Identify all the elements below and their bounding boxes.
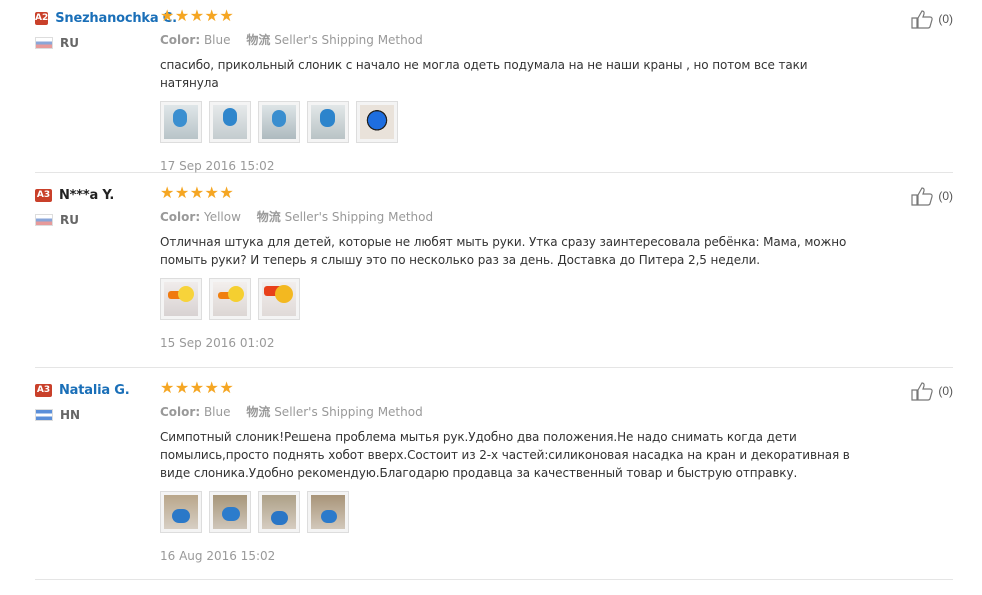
order-info: Color: Blue 物流 Seller's Shipping Method xyxy=(160,31,860,48)
shipping-label: 物流 xyxy=(246,33,271,47)
review-photo[interactable] xyxy=(160,278,202,320)
review-content: ★★★★★ Color: Blue 物流 Seller's Shipping M… xyxy=(160,381,860,563)
review-photo[interactable] xyxy=(258,278,300,320)
reviewer-info: A3 Natalia G. HN xyxy=(35,381,160,422)
thumb-up-icon xyxy=(911,187,934,206)
helpful-button[interactable]: (0) xyxy=(911,381,953,401)
star-rating: ★★★★★ xyxy=(160,380,235,397)
helpful-button[interactable]: (0) xyxy=(911,9,953,29)
honduras-flag-icon xyxy=(35,409,53,421)
review-item: A3 N***a Y. RU ★★★★★ Color: Yellow 物流 Se… xyxy=(35,186,953,368)
buyer-level-badge: A3 xyxy=(35,188,52,202)
shipping-method: Seller's Shipping Method xyxy=(274,405,423,419)
buyer-level-badge: A2 xyxy=(35,11,49,25)
reviewer-info: A3 N***a Y. RU xyxy=(35,186,160,227)
review-photo[interactable] xyxy=(209,278,251,320)
review-photo[interactable] xyxy=(258,491,300,533)
helpful-button[interactable]: (0) xyxy=(911,186,953,206)
color-value: Blue xyxy=(203,33,231,47)
review-date: 16 Aug 2016 15:02 xyxy=(160,549,276,563)
review-date: 17 Sep 2016 15:02 xyxy=(160,159,275,173)
review-content: ★★★★★ Color: Yellow 物流 Seller's Shipping… xyxy=(160,186,860,350)
reviewer-name[interactable]: Snezhanochka C. xyxy=(55,11,177,26)
color-value: Blue xyxy=(203,405,231,419)
review-photo[interactable] xyxy=(307,491,349,533)
reviewer-country: RU xyxy=(60,36,79,50)
star-rating: ★★★★★ xyxy=(160,8,235,25)
review-item: A2 Snezhanochka C. RU ★★★★★ Color: Blue … xyxy=(35,9,953,173)
shipping-method: Seller's Shipping Method xyxy=(284,210,434,224)
review-date: 15 Sep 2016 01:02 xyxy=(160,336,275,350)
color-label: Color: xyxy=(160,210,201,224)
reviewer-country: HN xyxy=(60,408,81,422)
review-photo[interactable] xyxy=(258,101,300,143)
russia-flag-icon xyxy=(35,214,53,226)
star-rating: ★★★★★ xyxy=(160,185,235,202)
helpful-count: (0) xyxy=(938,189,953,203)
order-info: Color: Yellow 物流 Seller's Shipping Metho… xyxy=(160,208,860,225)
review-photos xyxy=(160,101,860,143)
review-photo[interactable] xyxy=(307,101,349,143)
shipping-label: 物流 xyxy=(256,210,281,224)
shipping-label: 物流 xyxy=(246,405,271,419)
review-item: A3 Natalia G. HN ★★★★★ Color: Blue 物流 Se… xyxy=(35,381,953,580)
buyer-level-badge: A3 xyxy=(35,383,52,397)
review-photos xyxy=(160,491,860,533)
shipping-method: Seller's Shipping Method xyxy=(274,33,423,47)
review-text: спасибо, прикольный слоник с начало не м… xyxy=(160,58,808,90)
reviewer-name: N***a Y. xyxy=(59,187,115,203)
russia-flag-icon xyxy=(35,37,53,49)
reviewer-info: A2 Snezhanochka C. RU xyxy=(35,9,177,50)
review-photo[interactable] xyxy=(356,101,398,143)
helpful-count: (0) xyxy=(938,384,953,398)
color-label: Color: xyxy=(160,405,201,419)
review-photo[interactable] xyxy=(209,491,251,533)
color-label: Color: xyxy=(160,33,201,47)
thumb-up-icon xyxy=(911,382,934,401)
review-photos xyxy=(160,278,860,320)
reviewer-country: RU xyxy=(60,213,79,227)
color-value: Yellow xyxy=(203,210,241,224)
thumb-up-icon xyxy=(911,10,934,29)
review-photo[interactable] xyxy=(160,491,202,533)
order-info: Color: Blue 物流 Seller's Shipping Method xyxy=(160,403,860,420)
review-content: ★★★★★ Color: Blue 物流 Seller's Shipping M… xyxy=(160,9,860,173)
review-photo[interactable] xyxy=(160,101,202,143)
review-text: Симпотный слоник!Решена проблема мытья р… xyxy=(160,430,850,480)
helpful-count: (0) xyxy=(938,12,953,26)
review-text: Отличная штука для детей, которые не люб… xyxy=(160,235,847,267)
reviewer-name[interactable]: Natalia G. xyxy=(59,383,130,398)
review-photo[interactable] xyxy=(209,101,251,143)
